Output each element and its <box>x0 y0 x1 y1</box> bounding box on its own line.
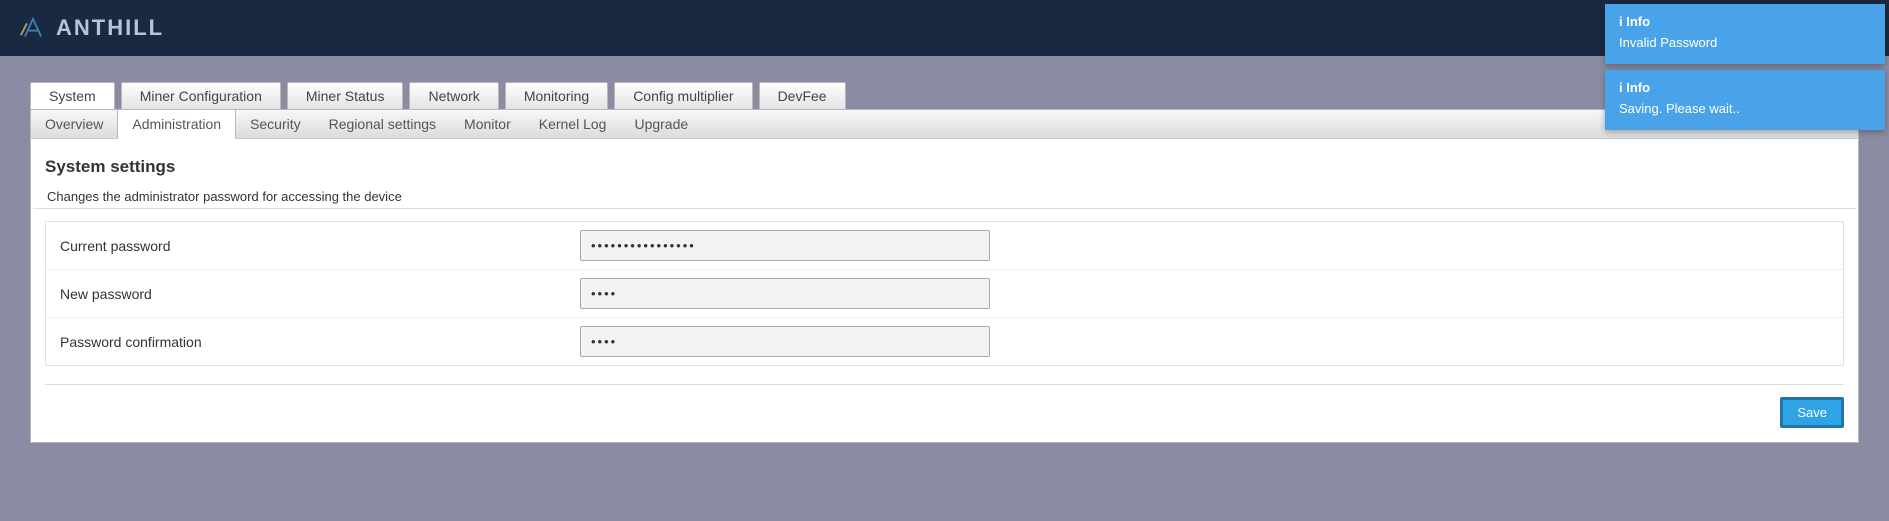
toast-message: Invalid Password <box>1619 35 1871 50</box>
brand-name: ANTHILL <box>56 15 164 41</box>
label-confirm-password: Password confirmation <box>60 334 580 350</box>
subtab-administration[interactable]: Administration <box>117 110 236 139</box>
toast-saving[interactable]: i Info Saving. Please wait.. <box>1605 70 1885 130</box>
tab-devfee[interactable]: DevFee <box>759 82 846 109</box>
input-current-password[interactable] <box>580 230 990 261</box>
tab-miner-status[interactable]: Miner Status <box>287 82 404 109</box>
toast-title: i Info <box>1619 80 1871 95</box>
row-confirm-password: Password confirmation <box>46 318 1843 365</box>
label-new-password: New password <box>60 286 580 302</box>
toast-message: Saving. Please wait.. <box>1619 101 1871 116</box>
tab-network[interactable]: Network <box>409 82 498 109</box>
subtab-regional-settings[interactable]: Regional settings <box>315 110 450 138</box>
settings-panel: System settings Changes the administrato… <box>30 139 1859 443</box>
brand-logo: ANTHILL <box>20 15 164 41</box>
toast-title: i Info <box>1619 14 1871 29</box>
anthill-logo-icon <box>20 15 46 41</box>
password-form: Current password New password Password c… <box>45 221 1844 366</box>
tab-monitoring[interactable]: Monitoring <box>505 82 608 109</box>
label-current-password: Current password <box>60 238 580 254</box>
subtab-security[interactable]: Security <box>236 110 315 138</box>
save-button[interactable]: Save <box>1780 397 1844 428</box>
tab-config-multiplier[interactable]: Config multiplier <box>614 82 752 109</box>
panel-footer: Save <box>45 384 1844 428</box>
panel-description: Changes the administrator password for a… <box>33 185 1856 209</box>
row-new-password: New password <box>46 270 1843 318</box>
tab-system[interactable]: System <box>30 82 115 109</box>
subtab-upgrade[interactable]: Upgrade <box>620 110 702 138</box>
toast-container: i Info Invalid Password i Info Saving. P… <box>1605 4 1885 130</box>
panel-title: System settings <box>31 151 1858 185</box>
subtab-overview[interactable]: Overview <box>31 110 117 138</box>
toast-invalid-password[interactable]: i Info Invalid Password <box>1605 4 1885 64</box>
subtab-monitor[interactable]: Monitor <box>450 110 525 138</box>
sub-tab-row: Overview Administration Security Regiona… <box>30 109 1859 139</box>
main-tab-row: System Miner Configuration Miner Status … <box>30 82 1859 109</box>
subtab-kernel-log[interactable]: Kernel Log <box>525 110 621 138</box>
input-new-password[interactable] <box>580 278 990 309</box>
row-current-password: Current password <box>46 222 1843 270</box>
input-confirm-password[interactable] <box>580 326 990 357</box>
tab-miner-configuration[interactable]: Miner Configuration <box>121 82 281 109</box>
